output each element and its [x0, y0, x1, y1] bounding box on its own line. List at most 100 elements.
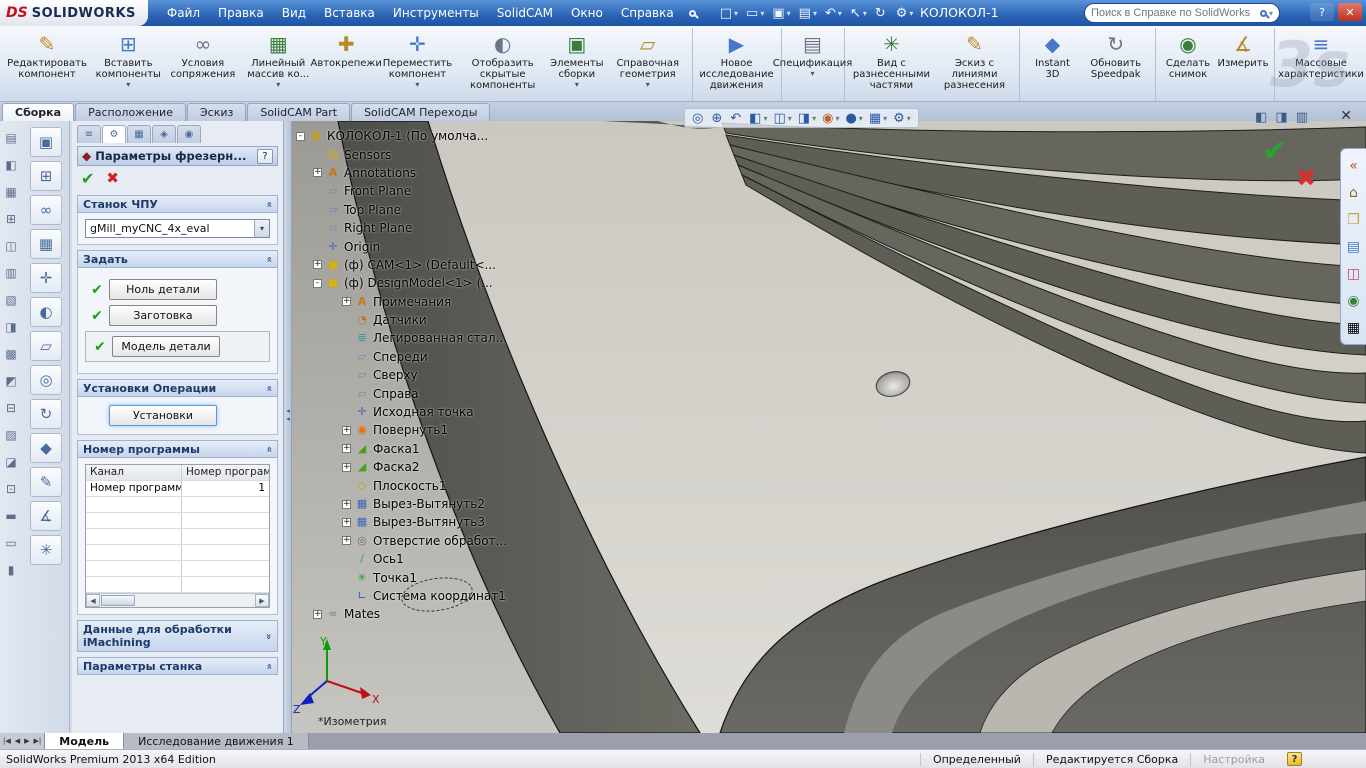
close-button[interactable]: ✕	[1338, 3, 1362, 21]
confirm-ok-icon[interactable]: ✔	[1262, 134, 1287, 169]
left-toolbar-icon[interactable]: ◧	[5, 152, 16, 179]
zoom-fit-icon[interactable]: ◎	[690, 111, 707, 126]
status-help-icon[interactable]: ?	[1287, 752, 1302, 766]
scrollbar-thumb[interactable]	[101, 595, 135, 606]
tree-item[interactable]: Sensors	[313, 145, 507, 163]
select-icon[interactable]: ↖ ▾	[846, 4, 871, 23]
tree-item-label[interactable]: Annotations	[344, 166, 416, 180]
command-tab[interactable]: Сборка	[2, 103, 75, 121]
tree-item-label[interactable]: Right Plane	[344, 221, 412, 235]
tree-item-label[interactable]: Повернуть1	[373, 423, 448, 437]
tree-expander-icon[interactable]: +	[342, 297, 351, 307]
mass-properties-button[interactable]: ≡ Массовые характеристики	[1278, 28, 1364, 101]
collapse-chevron-icon[interactable]: «	[263, 201, 274, 207]
left-toolbar-button[interactable]: ◐	[30, 297, 62, 327]
tree-item[interactable]: + Вырез-Вытянуть3	[342, 513, 507, 531]
cancel-button[interactable]: ✖	[106, 169, 119, 187]
menu-item[interactable]: Вставка	[315, 2, 384, 24]
hide-show-items-icon[interactable]: ◉ ▾	[820, 111, 841, 126]
tree-expander-icon[interactable]: +	[313, 168, 322, 178]
table-horizontal-scrollbar[interactable]: ◀ ▶	[86, 593, 269, 607]
collapse-chevron-icon[interactable]: «	[263, 256, 274, 262]
left-toolbar-button[interactable]: ▦	[30, 229, 62, 259]
left-toolbar-icon[interactable]: ▤	[5, 125, 16, 152]
reference-geometry-button[interactable]: ▱ Справочная геометрия ▾	[608, 28, 694, 101]
left-toolbar-icon[interactable]: ▦	[5, 179, 16, 206]
menu-item[interactable]: Вид	[273, 2, 315, 24]
scroll-right-icon[interactable]: ▶	[255, 594, 269, 607]
edit-component-button[interactable]: ✎ Редактировать компонент	[4, 28, 90, 101]
command-tab[interactable]: Эскиз	[186, 103, 247, 121]
left-toolbar-button[interactable]: ▣	[30, 127, 62, 157]
displaymanager-tab[interactable]: ◉	[177, 125, 201, 143]
combo-arrow-icon[interactable]: ▾	[254, 220, 269, 237]
tree-item-label[interactable]: Фаска2	[373, 460, 420, 474]
move-component-button[interactable]: ✛ Переместить компонент ▾	[375, 28, 459, 101]
menu-item[interactable]: Правка	[209, 2, 273, 24]
take-snapshot-button[interactable]: ◉ Сделать снимок	[1159, 28, 1217, 101]
tree-item[interactable]: Сверху	[342, 366, 507, 384]
tree-item[interactable]: + Фаска2	[342, 458, 507, 476]
tree-item[interactable]: Исходная точка	[342, 403, 507, 421]
left-toolbar-icon[interactable]: ▧	[5, 287, 16, 314]
solidworks-resources-icon[interactable]: ⌂	[1341, 179, 1366, 206]
left-toolbar-icon[interactable]: ▬	[5, 503, 16, 530]
split-display-pane-icon[interactable]: ◨	[1275, 110, 1287, 125]
search-icon[interactable]	[1259, 9, 1267, 17]
save-icon[interactable]: ▣ ▾	[768, 4, 794, 23]
menu-item[interactable]: Файл	[158, 2, 209, 24]
search-flyout-icon[interactable]	[688, 6, 696, 20]
new-motion-study-button[interactable]: ▶ Новое исследование движения	[696, 28, 783, 101]
tree-item[interactable]: Top Plane	[313, 201, 507, 219]
pane-options-icon[interactable]: ▥	[1296, 110, 1308, 125]
tree-item[interactable]: Спереди	[342, 348, 507, 366]
collapse-chevron-icon[interactable]: «	[263, 663, 274, 669]
update-speedpak-button[interactable]: ↻ Обновить Speedpak	[1081, 28, 1156, 101]
view-palette-icon[interactable]: ◫	[1341, 260, 1366, 287]
tree-item-label[interactable]: (ф) DesignModel<1> (...	[344, 276, 493, 290]
tree-expander-icon[interactable]: +	[313, 609, 322, 619]
tree-item-label[interactable]: Вырез-Вытянуть2	[373, 497, 485, 511]
insert-components-button[interactable]: ⊞ Вставить компоненты ▾	[90, 28, 167, 101]
tree-item-label[interactable]: КОЛОКОЛ-1 (По умолча...	[327, 129, 488, 143]
left-toolbar-icon[interactable]: ◩	[5, 368, 16, 395]
apply-scene-icon[interactable]: ▦ ▾	[867, 111, 889, 126]
print-icon[interactable]: ▤ ▾	[795, 4, 821, 23]
left-toolbar-icon[interactable]: ⊞	[6, 206, 16, 233]
instant-3d-button[interactable]: ◆ Instant 3D	[1023, 28, 1081, 101]
collapse-taskpane-icon[interactable]: «	[1341, 152, 1366, 179]
close-flyout-icon[interactable]: ✕	[1340, 108, 1352, 124]
tree-item[interactable]: Датчики	[342, 311, 507, 329]
tree-expander-icon[interactable]: -	[313, 278, 322, 288]
command-tab[interactable]: Расположение	[75, 103, 186, 121]
propertymanager-tab[interactable]: ⚙	[102, 125, 126, 143]
tree-item[interactable]: + Отверстие обработ...	[342, 532, 507, 550]
tree-item-label[interactable]: Спереди	[373, 350, 428, 364]
tab-nav-arrow-icon[interactable]: ▶	[24, 737, 29, 745]
menu-item[interactable]: Справка	[612, 2, 683, 24]
command-tab[interactable]: SolidCAM Part	[247, 103, 351, 121]
tree-item-label[interactable]: Исходная точка	[373, 405, 474, 419]
configurationmanager-tab[interactable]: ▦	[127, 125, 151, 143]
left-toolbar-button[interactable]: ◆	[30, 433, 62, 463]
define-button[interactable]: Заготовка	[109, 305, 217, 326]
collapse-chevron-icon[interactable]: «	[263, 446, 274, 452]
left-toolbar-icon[interactable]: ▥	[5, 260, 16, 287]
left-toolbar-button[interactable]: ◎	[30, 365, 62, 395]
rebuild-icon[interactable]: ↻	[871, 4, 892, 23]
customize-label[interactable]: Настройка	[1190, 752, 1277, 766]
zoom-area-icon[interactable]: ⊕	[709, 111, 726, 126]
featuremanager-pane-icon[interactable]: ◧	[1255, 110, 1267, 125]
dimxpertmanager-tab[interactable]: ◈	[152, 125, 176, 143]
model-tab[interactable]: Исследование движения 1	[124, 733, 309, 749]
table-cell[interactable]: 1	[182, 481, 269, 496]
tree-item[interactable]: Origin	[313, 237, 507, 255]
left-toolbar-icon[interactable]: ◫	[5, 233, 16, 260]
file-explorer-icon[interactable]: ▤	[1341, 233, 1366, 260]
table-row[interactable]: Номер программы 1	[86, 481, 269, 497]
setups-button[interactable]: Установки	[109, 405, 217, 426]
design-library-icon[interactable]: ❒	[1341, 206, 1366, 233]
panel-splitter[interactable]: ◂ ◂	[284, 121, 292, 733]
search-dropdown-icon[interactable]: ▾	[1269, 9, 1273, 18]
left-toolbar-button[interactable]: ▱	[30, 331, 62, 361]
